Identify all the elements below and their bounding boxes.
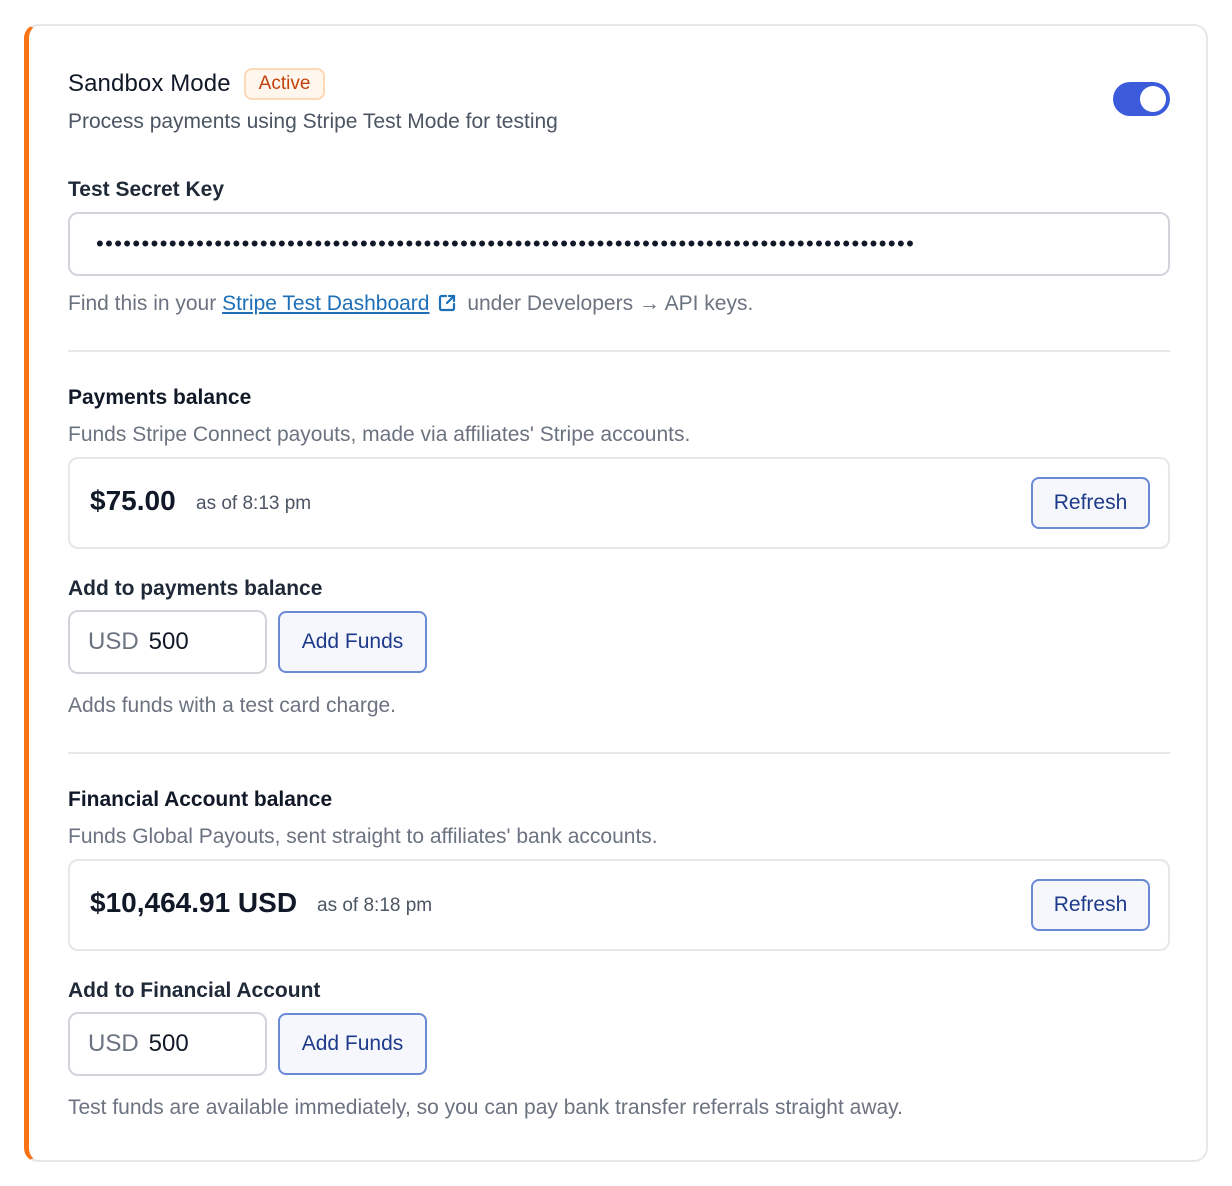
secret-key-help: Find this in your Stripe Test Dashboard …: [68, 292, 753, 316]
payments-balance-box: $75.00 as of 8:13 pm Refresh: [68, 457, 1170, 549]
payments-balance-title: Payments balance: [68, 386, 252, 409]
sandbox-settings-card: Sandbox Mode Active Process payments usi…: [24, 24, 1208, 1162]
sandbox-title: Sandbox Mode: [68, 70, 231, 97]
help-prefix: Find this in your: [68, 292, 223, 315]
toggle-knob: [1140, 86, 1166, 112]
sandbox-toggle[interactable]: [1113, 82, 1170, 116]
currency-label: USD: [88, 1030, 139, 1057]
financial-account-description: Funds Global Payouts, sent straight to a…: [68, 825, 658, 848]
amount-value: 500: [148, 1030, 189, 1057]
sandbox-header: Sandbox Mode Active: [68, 68, 326, 100]
financial-account-title: Financial Account balance: [68, 788, 333, 811]
sandbox-description: Process payments using Stripe Test Mode …: [68, 110, 558, 133]
add-financial-label: Add to Financial Account: [68, 979, 321, 1002]
secret-key-label: Test Secret Key: [68, 178, 225, 201]
payments-balance-amount: $75.00: [90, 485, 176, 516]
help-suffix: under Developers → API keys.: [461, 292, 754, 315]
financial-account-as-of: as of 8:18 pm: [317, 895, 433, 916]
financial-add-funds-button[interactable]: Add Funds: [278, 1013, 427, 1075]
payments-add-note: Adds funds with a test card charge.: [68, 694, 397, 717]
payments-add-funds-button[interactable]: Add Funds: [278, 611, 427, 673]
financial-refresh-button[interactable]: Refresh: [1031, 879, 1150, 931]
currency-label: USD: [88, 628, 139, 655]
add-payments-label: Add to payments balance: [68, 577, 323, 600]
external-link-icon[interactable]: [437, 293, 457, 313]
status-badge: Active: [243, 68, 326, 100]
divider: [68, 350, 1170, 352]
divider: [68, 752, 1170, 754]
financial-amount-input[interactable]: USD 500: [68, 1012, 267, 1076]
secret-key-input[interactable]: ••••••••••••••••••••••••••••••••••••••••…: [68, 212, 1170, 276]
payments-balance-description: Funds Stripe Connect payouts, made via a…: [68, 423, 691, 446]
financial-account-amount: $10,464.91 USD: [90, 887, 298, 918]
payments-balance-as-of: as of 8:13 pm: [196, 493, 312, 514]
payments-refresh-button[interactable]: Refresh: [1031, 477, 1150, 529]
payments-amount-input[interactable]: USD 500: [68, 610, 267, 674]
financial-account-box: $10,464.91 USD as of 8:18 pm Refresh: [68, 859, 1170, 951]
financial-add-note: Test funds are available immediately, so…: [68, 1096, 903, 1119]
stripe-dashboard-link[interactable]: Stripe Test Dashboard: [222, 292, 429, 315]
amount-value: 500: [148, 628, 189, 655]
